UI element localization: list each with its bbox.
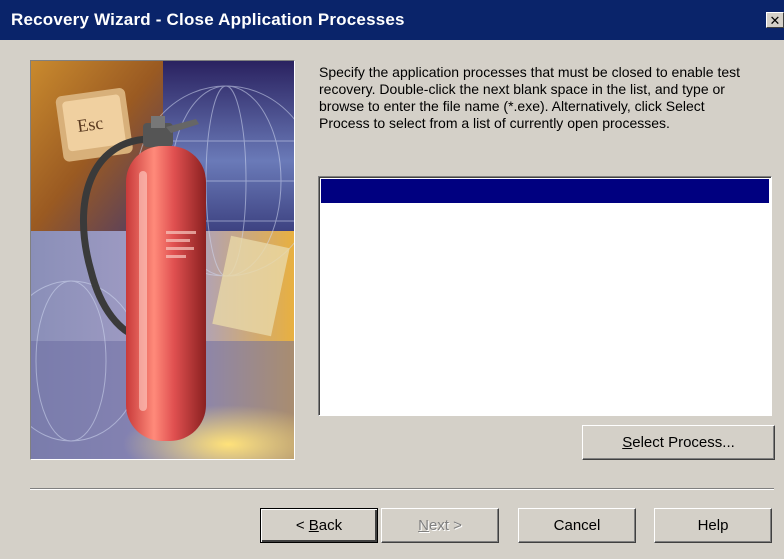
next-label: ext > [428,517,462,534]
select-process-button[interactable]: Select Process... [582,425,775,460]
cancel-button[interactable]: Cancel [518,508,636,543]
back-prefix: < [295,517,309,534]
help-label: Help [697,517,729,534]
recovery-wizard-dialog: Recovery Wizard - Close Application Proc… [0,0,784,559]
button-separator [30,488,774,490]
close-button[interactable]: ✕ [766,12,784,28]
next-button[interactable]: Next > [381,508,499,543]
next-mnemonic: N [418,517,429,534]
window-title: Recovery Wizard - Close Application Proc… [11,10,405,29]
process-list[interactable] [318,176,772,416]
instructions-text: Specify the application processes that m… [319,64,741,131]
cancel-label: Cancel [553,517,601,534]
back-button[interactable]: < Back [260,508,378,543]
wizard-illustration: Esc [30,60,295,460]
process-list-row-selected[interactable] [321,179,769,203]
back-label: ack [318,517,343,534]
help-button[interactable]: Help [654,508,772,543]
back-mnemonic: B [308,517,319,534]
select-process-mnemonic: S [622,434,633,451]
title-bar[interactable]: Recovery Wizard - Close Application Proc… [0,0,784,40]
escape-key-label: Esc [76,113,105,136]
close-icon: ✕ [769,12,781,28]
select-process-label: elect Process... [632,434,735,451]
fire-extinguisher-illustration-icon: Esc [31,61,294,459]
